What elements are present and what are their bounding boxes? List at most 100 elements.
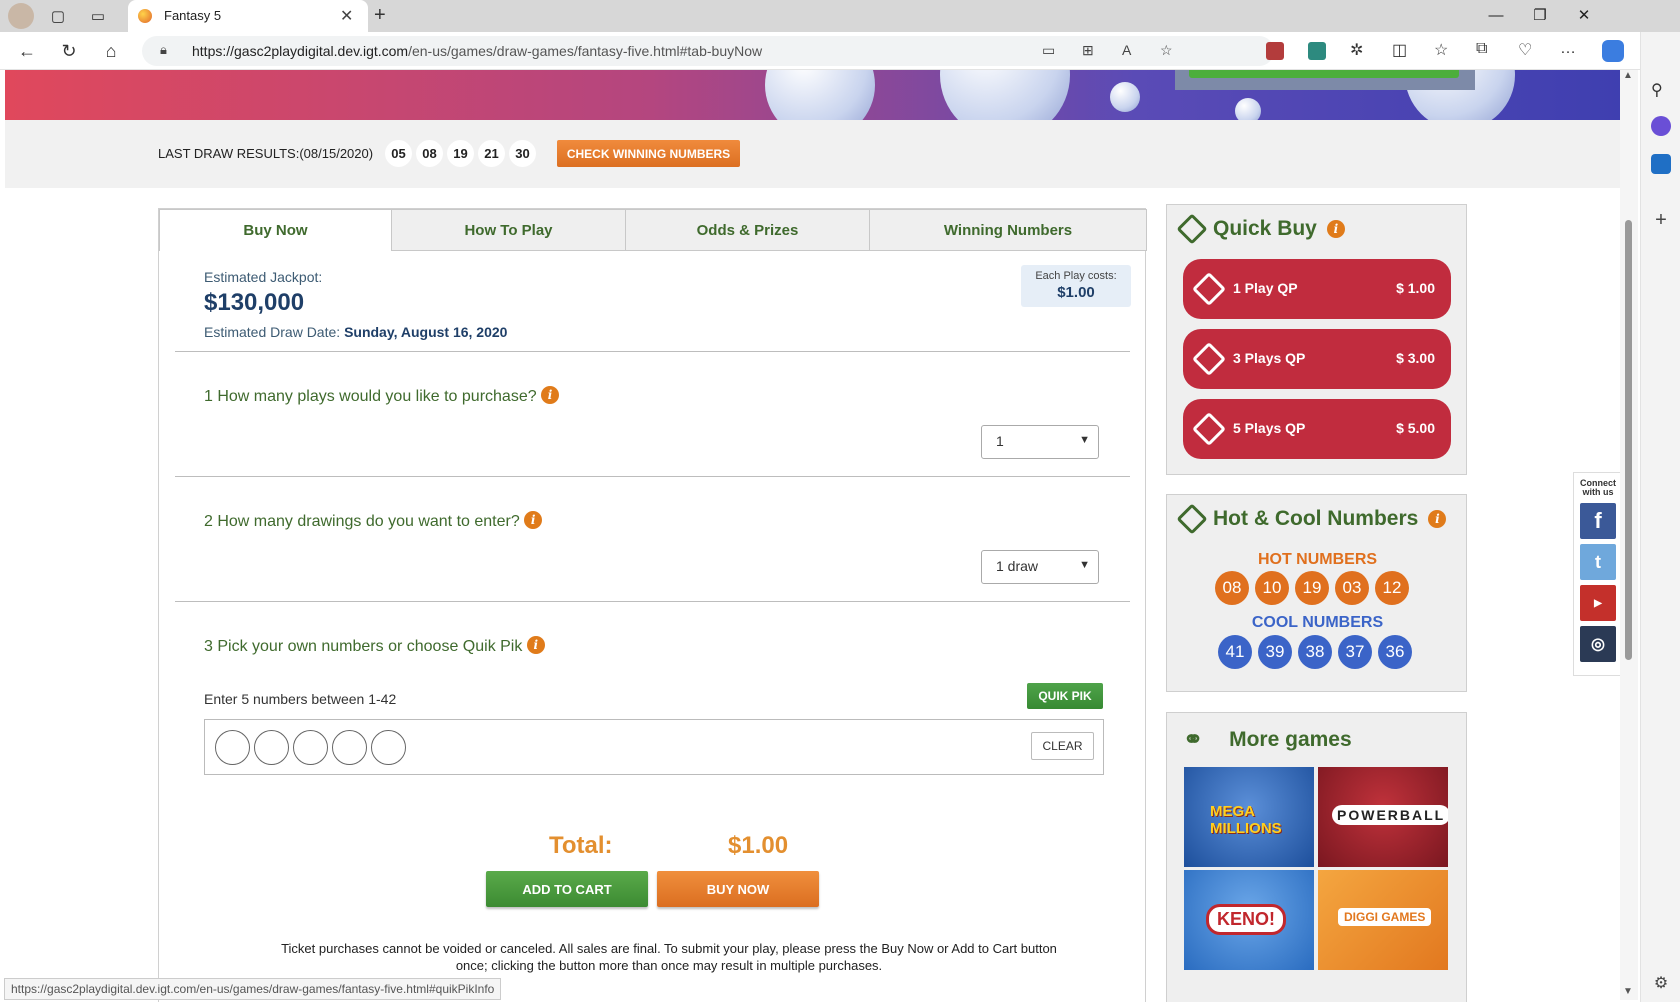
- instagram-icon[interactable]: ◎: [1580, 626, 1616, 662]
- url-text[interactable]: https://gasc2playdigital.dev.igt.com/en-…: [192, 43, 762, 59]
- extension-teal-icon[interactable]: [1308, 42, 1326, 60]
- scroll-up-icon[interactable]: ▲: [1623, 70, 1633, 81]
- quick-buy-1-play-button[interactable]: 1 Play QP $ 1.00: [1183, 259, 1451, 319]
- outlook-icon[interactable]: [1651, 154, 1671, 174]
- connect-label: Connect with us: [1580, 478, 1616, 497]
- tab-actions-icon[interactable]: ▭: [86, 5, 110, 27]
- play-cost-value: $1.00: [1057, 284, 1095, 301]
- plays-select[interactable]: 1 ▼: [981, 425, 1099, 459]
- info-icon[interactable]: i: [1326, 220, 1345, 238]
- drawings-select[interactable]: 1 draw ▼: [981, 550, 1099, 584]
- info-icon[interactable]: i: [541, 386, 560, 404]
- scroll-thumb[interactable]: [1625, 220, 1632, 660]
- cast-icon[interactable]: ▭: [1042, 42, 1055, 59]
- number-input-circle[interactable]: [254, 730, 289, 765]
- ticket-icon: [1176, 213, 1208, 245]
- hot-cool-title: Hot & Cool Numbers i: [1176, 503, 1447, 535]
- clear-button[interactable]: CLEAR: [1031, 732, 1094, 760]
- draw-number: 21: [478, 140, 505, 167]
- workspaces-icon[interactable]: ▢: [46, 5, 70, 27]
- extension-red-icon[interactable]: [1266, 42, 1284, 60]
- refresh-icon[interactable]: ↻: [56, 39, 82, 63]
- step-1-question: 1 How many plays would you like to purch…: [204, 386, 560, 406]
- play-cost-label: Each Play costs:: [1035, 270, 1117, 282]
- check-winning-numbers-button[interactable]: CHECK WINNING NUMBERS: [557, 140, 740, 167]
- jackpot-value: $130,000: [204, 289, 305, 316]
- address-toolbar: ← ↻ ⌂ 🔒︎ https://gasc2playdigital.dev.ig…: [0, 32, 1680, 70]
- cool-number: 38: [1298, 635, 1332, 669]
- info-icon[interactable]: i: [526, 636, 545, 654]
- tab-odds-prizes[interactable]: Odds & Prizes: [625, 209, 870, 251]
- browser-tab[interactable]: Fantasy 5 ✕: [128, 0, 368, 32]
- number-input-circle[interactable]: [293, 730, 328, 765]
- quick-buy-3-plays-button[interactable]: 3 Plays QP $ 3.00: [1183, 329, 1451, 389]
- profile-avatar[interactable]: [8, 3, 34, 29]
- jackpot-label: Estimated Jackpot:: [204, 269, 323, 285]
- tab-winning-numbers[interactable]: Winning Numbers: [869, 209, 1147, 251]
- browser-essentials-icon[interactable]: ♡: [1518, 40, 1532, 60]
- cool-number: 41: [1218, 635, 1252, 669]
- buy-now-button[interactable]: BUY NOW: [657, 871, 819, 907]
- mega-millions-tile[interactable]: MEGA MILLIONS: [1184, 767, 1314, 867]
- add-sidebar-icon[interactable]: +: [1651, 210, 1671, 230]
- diggi-games-tile[interactable]: DIGGI GAMES: [1318, 870, 1448, 970]
- twitter-icon[interactable]: t: [1580, 544, 1616, 580]
- total-value: $1.00: [728, 832, 789, 859]
- draw-number: 30: [509, 140, 536, 167]
- games-icon: ⚭: [1183, 726, 1204, 753]
- hot-number: 03: [1335, 571, 1369, 605]
- collections-icon[interactable]: ⧉: [1476, 40, 1487, 58]
- step-3-question: 3 Pick your own numbers or choose Quik P…: [204, 636, 545, 656]
- tab-buy-now[interactable]: Buy Now: [159, 209, 392, 251]
- tab-how-to-play[interactable]: How To Play: [391, 209, 626, 251]
- settings-gear-icon[interactable]: ⚙: [1651, 974, 1671, 994]
- scroll-down-icon[interactable]: ▼: [1623, 986, 1633, 997]
- minimize-icon[interactable]: —: [1476, 4, 1516, 26]
- copilot-sidebar-icon[interactable]: [1651, 116, 1671, 136]
- page-scrollbar[interactable]: ▲ ▼: [1620, 70, 1638, 1000]
- read-aloud-icon[interactable]: A: [1122, 42, 1131, 58]
- powerball-tile[interactable]: POWERBALL: [1318, 767, 1448, 867]
- restore-icon[interactable]: ❐: [1520, 4, 1560, 26]
- enter-numbers-label: Enter 5 numbers between 1-42: [204, 691, 397, 707]
- youtube-icon[interactable]: ▶: [1580, 585, 1616, 621]
- buy-panel: Buy Now How To Play Odds & Prizes Winnin…: [158, 208, 1147, 1002]
- info-icon[interactable]: i: [1428, 510, 1447, 528]
- close-tab-icon[interactable]: ✕: [340, 6, 353, 26]
- copilot-icon[interactable]: [1602, 40, 1624, 62]
- favorite-star-icon[interactable]: ☆: [1160, 42, 1173, 59]
- add-to-cart-button[interactable]: ADD TO CART: [486, 871, 648, 907]
- url-bar[interactable]: 🔒︎ https://gasc2playdigital.dev.igt.com/…: [142, 36, 1274, 66]
- number-input-circle[interactable]: [332, 730, 367, 765]
- browser-tab-bar: ▢ ▭ Fantasy 5 ✕ + — ❐ ✕: [0, 0, 1680, 32]
- split-screen-icon[interactable]: ◫: [1392, 40, 1407, 60]
- lock-icon[interactable]: 🔒︎: [160, 42, 167, 58]
- info-icon[interactable]: i: [524, 511, 543, 529]
- new-tab-icon[interactable]: +: [374, 4, 386, 27]
- number-input-circle[interactable]: [215, 730, 250, 765]
- number-input-circle[interactable]: [371, 730, 406, 765]
- close-window-icon[interactable]: ✕: [1564, 4, 1604, 26]
- site-favicon-icon: [138, 9, 152, 23]
- keno-tile[interactable]: KENO!: [1184, 870, 1314, 970]
- back-icon[interactable]: ←: [14, 39, 40, 63]
- extensions-icon[interactable]: ✲: [1350, 40, 1363, 60]
- total-label: Total:: [549, 832, 613, 859]
- more-menu-icon[interactable]: …: [1560, 40, 1576, 58]
- ticket-icon: [1176, 503, 1208, 535]
- game-banner: [5, 70, 1620, 120]
- banner-panel: [1175, 70, 1475, 90]
- quik-pik-button[interactable]: QUIK PIK: [1027, 683, 1103, 709]
- hot-number: 10: [1255, 571, 1289, 605]
- app-available-icon[interactable]: ⊞: [1082, 42, 1094, 59]
- quick-buy-5-plays-button[interactable]: 5 Plays QP $ 5.00: [1183, 399, 1451, 459]
- banner-ball: [1110, 82, 1140, 112]
- facebook-icon[interactable]: f: [1580, 503, 1616, 539]
- hot-number: 19: [1295, 571, 1329, 605]
- divider: [175, 351, 1130, 352]
- home-icon[interactable]: ⌂: [98, 39, 124, 63]
- browser-sidebar: ⚲ + ⚙: [1640, 32, 1680, 1002]
- number-pick-box: CLEAR: [204, 719, 1104, 775]
- favorites-icon[interactable]: ☆: [1434, 40, 1448, 60]
- search-icon[interactable]: ⚲: [1651, 80, 1671, 100]
